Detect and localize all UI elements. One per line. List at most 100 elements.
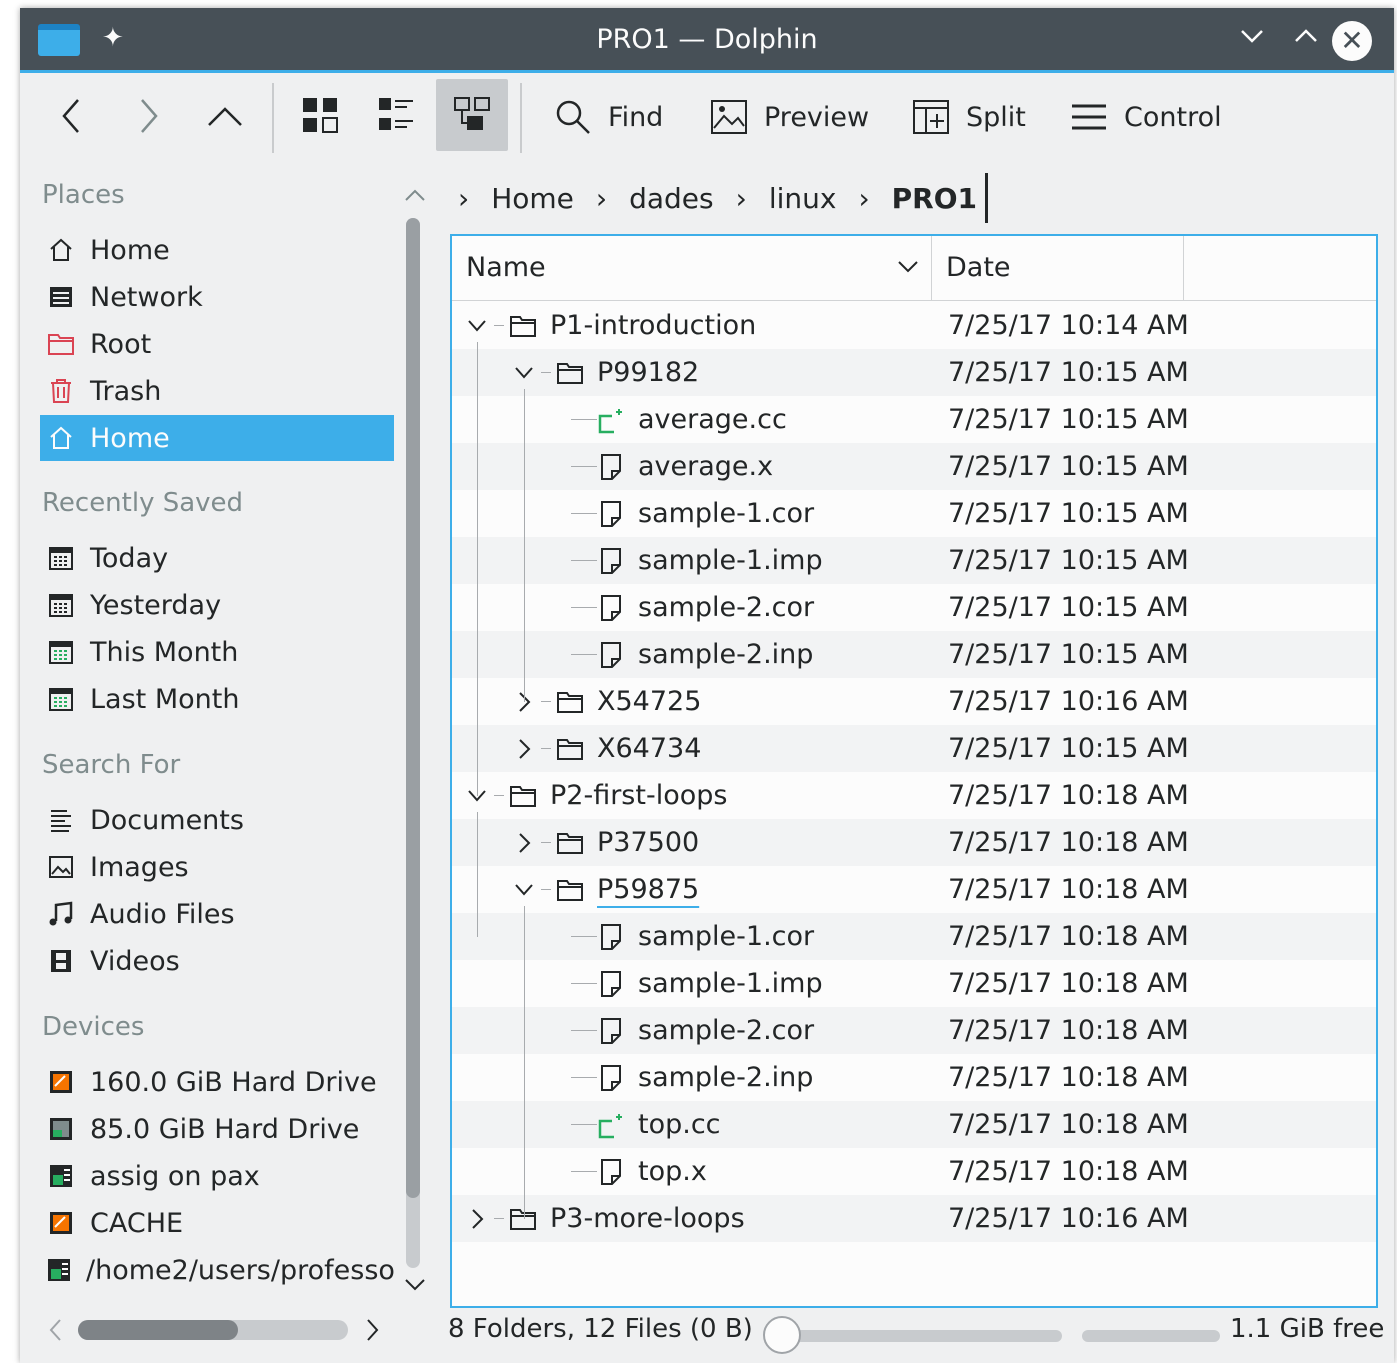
date-cell: 7/25/17 10:18 AM (948, 1062, 1189, 1093)
place-item-network[interactable]: Network (40, 274, 394, 320)
recent-label: Last Month (90, 683, 240, 715)
expand-chevron-icon[interactable] (462, 1195, 492, 1242)
folder-row[interactable]: P37500 7/25/17 10:18 AM (452, 819, 1376, 866)
scroll-down-icon[interactable] (404, 1278, 426, 1297)
column-header-name[interactable]: Name (452, 236, 932, 300)
close-button[interactable]: ✕ (1332, 21, 1372, 61)
find-button[interactable]: Find (554, 87, 663, 147)
recent-item-yesterday[interactable]: Yesterday (40, 582, 394, 628)
maximize-button[interactable] (1292, 22, 1320, 57)
details-view-button[interactable] (436, 79, 508, 151)
item-name: sample-1.cor (638, 498, 815, 529)
file-row[interactable]: sample-1.cor 7/25/17 10:18 AM (452, 913, 1376, 960)
expand-chevron-icon[interactable] (509, 819, 539, 866)
icons-view-button[interactable] (284, 79, 356, 151)
hard-drive-icon (46, 1069, 76, 1095)
file-row[interactable]: sample-1.imp 7/25/17 10:15 AM (452, 537, 1376, 584)
column-header-date[interactable]: Date (932, 236, 1184, 300)
device-item-160gib[interactable]: 160.0 GiB Hard Drive (40, 1059, 394, 1105)
name-cell: sample-1.imp (596, 960, 823, 1007)
item-name: X54725 (597, 686, 702, 717)
breadcrumb-item-dades[interactable]: dades (629, 182, 714, 215)
file-row[interactable]: sample-2.cor 7/25/17 10:15 AM (452, 584, 1376, 631)
minimize-button[interactable] (1238, 22, 1266, 57)
details-view[interactable]: Name Date P1-introduction 7/25/17 10:14 A… (450, 234, 1378, 1308)
folder-row[interactable]: P59875 7/25/17 10:18 AM (452, 866, 1376, 913)
folder-icon (508, 302, 538, 349)
file-row[interactable]: top.cc 7/25/17 10:18 AM (452, 1101, 1376, 1148)
place-item-root[interactable]: Root (40, 321, 394, 367)
device-item-cache[interactable]: CACHE (40, 1200, 394, 1246)
file-row[interactable]: sample-2.inp 7/25/17 10:18 AM (452, 1054, 1376, 1101)
search-item-images[interactable]: Images (40, 844, 394, 890)
compact-view-icon (379, 98, 413, 130)
split-button[interactable]: Split (912, 87, 1026, 147)
zoom-slider-track[interactable] (770, 1330, 1062, 1342)
recent-item-today[interactable]: Today (40, 535, 394, 581)
folder-row[interactable]: X54725 7/25/17 10:16 AM (452, 678, 1376, 725)
place-item-trash[interactable]: Trash (40, 368, 394, 414)
recent-item-last-month[interactable]: Last Month (40, 676, 394, 722)
search-item-audio[interactable]: Audio Files (40, 891, 394, 937)
place-label: Home (90, 422, 170, 454)
date-cell: 7/25/17 10:18 AM (948, 827, 1189, 858)
place-label: Home (90, 234, 170, 266)
name-cell: top.cc (596, 1101, 721, 1148)
file-row[interactable]: average.cc 7/25/17 10:15 AM (452, 396, 1376, 443)
folder-row[interactable]: P3-more-loops 7/25/17 10:16 AM (452, 1195, 1376, 1242)
device-label: 160.0 GiB Hard Drive (90, 1066, 377, 1098)
preview-button[interactable]: Preview (710, 87, 869, 147)
up-button[interactable] (200, 91, 250, 141)
folder-row[interactable]: P99182 7/25/17 10:15 AM (452, 349, 1376, 396)
breadcrumb-current[interactable]: PRO1 (892, 182, 977, 215)
tree-branch-line (494, 795, 504, 796)
file-icon (596, 537, 626, 584)
tree-branch-line (571, 1030, 597, 1031)
sidebar-scrollbar-handle[interactable] (406, 218, 420, 1198)
item-name: sample-1.imp (638, 545, 823, 576)
search-label: Videos (90, 945, 180, 977)
file-row[interactable]: average.x 7/25/17 10:15 AM (452, 443, 1376, 490)
name-cell: sample-1.cor (596, 913, 814, 960)
sidebar-hscroll-handle[interactable] (78, 1320, 238, 1340)
window-title: PRO1 — Dolphin (596, 24, 818, 55)
file-list: P1-introduction 7/25/17 10:14 AM P99182 7/2… (452, 302, 1376, 1242)
device-item-assig[interactable]: assig on pax (40, 1153, 394, 1199)
forward-arrow-icon (141, 99, 158, 133)
breadcrumb-item-linux[interactable]: linux (769, 182, 837, 215)
recent-item-this-month[interactable]: This Month (40, 629, 394, 675)
forward-button[interactable] (124, 91, 174, 141)
file-row[interactable]: top.x 7/25/17 10:18 AM (452, 1148, 1376, 1195)
folder-row[interactable]: P2-first-loops 7/25/17 10:18 AM (452, 772, 1376, 819)
breadcrumb-item-home[interactable]: Home (491, 182, 574, 215)
place-item-home-selected[interactable]: Home (40, 415, 394, 461)
scroll-up-icon[interactable] (404, 188, 426, 207)
folder-row[interactable]: X64734 7/25/17 10:15 AM (452, 725, 1376, 772)
file-row[interactable]: sample-1.cor 7/25/17 10:15 AM (452, 490, 1376, 537)
back-button[interactable] (46, 91, 96, 141)
tree-branch-line (494, 1218, 504, 1219)
device-item-home2[interactable]: /home2/users/professor (40, 1247, 394, 1293)
search-item-documents[interactable]: Documents (40, 797, 394, 843)
home-icon (46, 425, 76, 451)
scroll-left-icon[interactable] (48, 1318, 62, 1347)
file-row[interactable]: sample-2.inp 7/25/17 10:15 AM (452, 631, 1376, 678)
file-row[interactable]: sample-1.imp 7/25/17 10:18 AM (452, 960, 1376, 1007)
compact-view-button[interactable] (360, 79, 432, 151)
tree-branch-line (571, 936, 597, 937)
search-item-videos[interactable]: Videos (40, 938, 394, 984)
scroll-right-icon[interactable] (366, 1318, 380, 1347)
place-item-home[interactable]: Home (40, 227, 394, 273)
back-arrow-icon (62, 99, 79, 133)
expand-chevron-icon[interactable] (509, 725, 539, 772)
tree-branch-line (541, 842, 551, 843)
status-summary: 8 Folders, 12 Files (0 B) (448, 1314, 753, 1344)
date-cell: 7/25/17 10:15 AM (948, 545, 1189, 576)
date-cell: 7/25/17 10:18 AM (948, 1109, 1189, 1140)
folder-row[interactable]: P1-introduction 7/25/17 10:14 AM (452, 302, 1376, 349)
zoom-slider-handle[interactable] (763, 1316, 801, 1354)
file-row[interactable]: sample-2.cor 7/25/17 10:18 AM (452, 1007, 1376, 1054)
item-name: sample-2.cor (638, 1015, 815, 1046)
control-button[interactable]: Control (1070, 87, 1222, 147)
device-item-85gib[interactable]: 85.0 GiB Hard Drive (40, 1106, 394, 1152)
